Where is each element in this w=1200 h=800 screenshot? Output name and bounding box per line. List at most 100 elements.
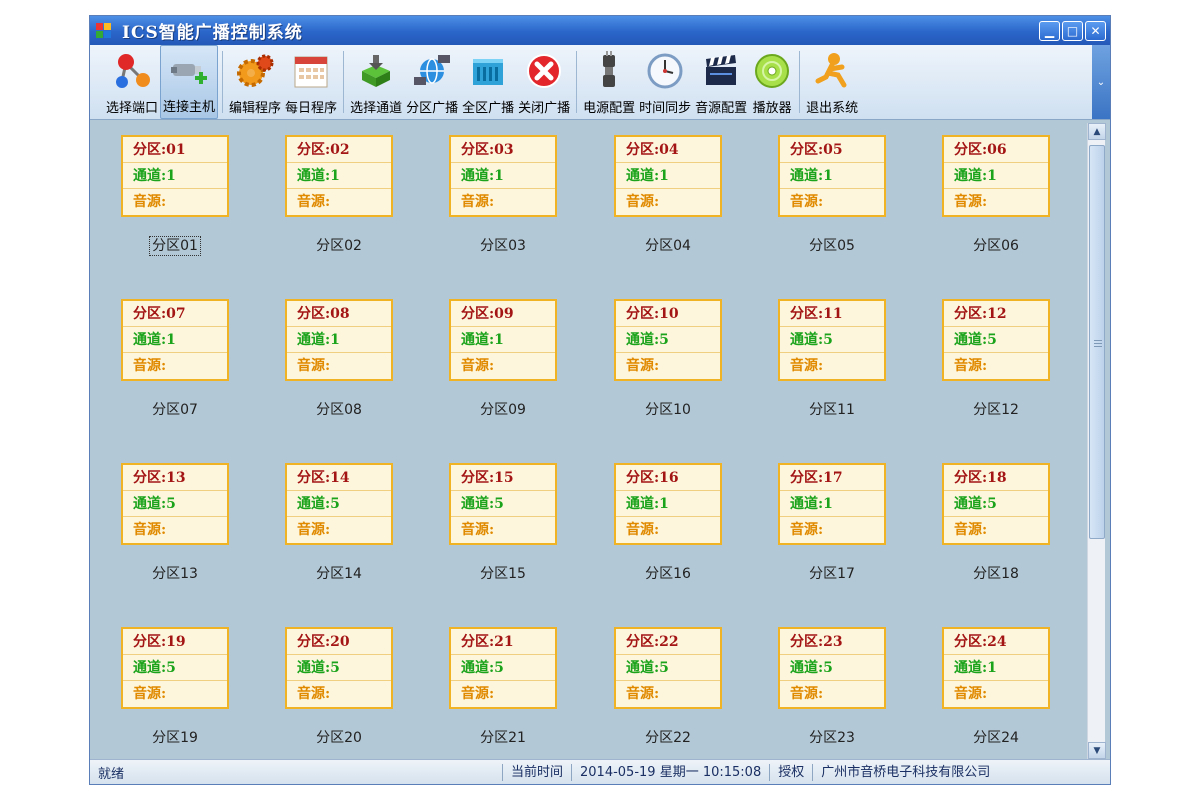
toolbar-edit-program-button[interactable]: 编辑程序 bbox=[227, 45, 283, 119]
zone-tile[interactable]: 分区:02 通道:1 音源: 分区02 bbox=[285, 135, 393, 255]
toolbar-label: 选择端口 bbox=[106, 101, 159, 116]
zone-card[interactable]: 分区:16 通道:1 音源: bbox=[614, 463, 722, 545]
zone-card[interactable]: 分区:05 通道:1 音源: bbox=[778, 135, 886, 217]
zone-channel: 通道:1 bbox=[780, 163, 884, 189]
close-button[interactable]: ✕ bbox=[1085, 21, 1106, 41]
zone-caption-text: 分区24 bbox=[973, 730, 1019, 746]
zone-card[interactable]: 分区:22 通道:5 音源: bbox=[614, 627, 722, 709]
zone-card[interactable]: 分区:17 通道:1 音源: bbox=[778, 463, 886, 545]
zone-tile[interactable]: 分区:22 通道:5 音源: 分区22 bbox=[614, 627, 722, 747]
zone-tile[interactable]: 分区:24 通道:1 音源: 分区24 bbox=[942, 627, 1050, 747]
zone-tile[interactable]: 分区:21 通道:5 音源: 分区21 bbox=[449, 627, 557, 747]
zone-tile[interactable]: 分区:01 通道:1 音源: 分区01 bbox=[121, 135, 229, 256]
toolbar-connect-host-button[interactable]: 连接主机 bbox=[160, 45, 219, 119]
zone-tile[interactable]: 分区:07 通道:1 音源: 分区07 bbox=[121, 299, 229, 419]
toolbar-time-sync-button[interactable]: 时间同步 bbox=[637, 45, 693, 119]
zone-tile[interactable]: 分区:09 通道:1 音源: 分区09 bbox=[449, 299, 557, 419]
zone-tile[interactable]: 分区:11 通道:5 音源: 分区11 bbox=[778, 299, 886, 419]
zone-source: 音源: bbox=[626, 194, 660, 210]
zone-tile[interactable]: 分区:04 通道:1 音源: 分区04 bbox=[614, 135, 722, 255]
zone-card[interactable]: 分区:03 通道:1 音源: bbox=[449, 135, 557, 217]
vertical-scrollbar[interactable]: ▲ ▼ bbox=[1087, 123, 1106, 759]
gears-icon bbox=[234, 50, 276, 92]
zone-source: 音源: bbox=[790, 194, 824, 210]
toolbar-select-channel-button[interactable]: 选择通道 bbox=[348, 45, 404, 119]
zone-card[interactable]: 分区:13 通道:5 音源: bbox=[121, 463, 229, 545]
zone-source: 音源: bbox=[954, 194, 988, 210]
minimize-button[interactable]: ▁ bbox=[1039, 21, 1060, 41]
toolbar-separator bbox=[343, 51, 345, 113]
zone-caption: 分区02 bbox=[285, 235, 393, 255]
zone-tile[interactable]: 分区:03 通道:1 音源: 分区03 bbox=[449, 135, 557, 255]
zone-tile[interactable]: 分区:10 通道:5 音源: 分区10 bbox=[614, 299, 722, 419]
zone-card[interactable]: 分区:19 通道:5 音源: bbox=[121, 627, 229, 709]
zone-source: 音源: bbox=[954, 686, 988, 702]
zone-card[interactable]: 分区:23 通道:5 音源: bbox=[778, 627, 886, 709]
zone-channel: 通道:5 bbox=[944, 327, 1048, 353]
zone-tile[interactable]: 分区:06 通道:1 音源: 分区06 bbox=[942, 135, 1050, 255]
zone-tile[interactable]: 分区:20 通道:5 音源: 分区20 bbox=[285, 627, 393, 747]
toolbar-label: 电源配置 bbox=[583, 101, 636, 116]
toolbar-label: 关闭广播 bbox=[518, 101, 571, 116]
zone-name: 分区:20 bbox=[287, 629, 391, 655]
zone-card[interactable]: 分区:20 通道:5 音源: bbox=[285, 627, 393, 709]
toolbar-select-port-button[interactable]: 选择端口 bbox=[104, 45, 160, 119]
zone-card[interactable]: 分区:14 通道:5 音源: bbox=[285, 463, 393, 545]
zone-tile[interactable]: 分区:13 通道:5 音源: 分区13 bbox=[121, 463, 229, 583]
zone-channel: 通道:5 bbox=[616, 655, 720, 681]
zone-card[interactable]: 分区:18 通道:5 音源: bbox=[942, 463, 1050, 545]
zone-tile[interactable]: 分区:14 通道:5 音源: 分区14 bbox=[285, 463, 393, 583]
zone-card[interactable]: 分区:24 通道:1 音源: bbox=[942, 627, 1050, 709]
zone-card[interactable]: 分区:04 通道:1 音源: bbox=[614, 135, 722, 217]
zone-caption: 分区07 bbox=[121, 399, 229, 419]
zone-card[interactable]: 分区:15 通道:5 音源: bbox=[449, 463, 557, 545]
zone-name: 分区:05 bbox=[780, 137, 884, 163]
zone-card[interactable]: 分区:21 通道:5 音源: bbox=[449, 627, 557, 709]
toolbar-player-button[interactable]: 播放器 bbox=[749, 45, 795, 119]
window-title: ICS智能广播控制系统 bbox=[122, 23, 303, 43]
zone-channel: 通道:1 bbox=[944, 655, 1048, 681]
zone-card[interactable]: 分区:09 通道:1 音源: bbox=[449, 299, 557, 381]
zone-tile[interactable]: 分区:17 通道:1 音源: 分区17 bbox=[778, 463, 886, 583]
toolbar-label: 播放器 bbox=[752, 101, 792, 116]
zone-name: 分区:03 bbox=[451, 137, 555, 163]
zone-tile[interactable]: 分区:15 通道:5 音源: 分区15 bbox=[449, 463, 557, 583]
toolbar-close-broadcast-button[interactable]: 关闭广播 bbox=[516, 45, 572, 119]
zone-caption: 分区17 bbox=[778, 563, 886, 583]
zone-tile[interactable]: 分区:12 通道:5 音源: 分区12 bbox=[942, 299, 1050, 419]
toolbar-exit-button[interactable]: 退出系统 bbox=[804, 45, 860, 119]
zone-source: 音源: bbox=[461, 686, 495, 702]
zone-card[interactable]: 分区:12 通道:5 音源: bbox=[942, 299, 1050, 381]
zone-card[interactable]: 分区:10 通道:5 音源: bbox=[614, 299, 722, 381]
zone-card[interactable]: 分区:01 通道:1 音源: bbox=[121, 135, 229, 217]
toolbar-separator bbox=[222, 51, 224, 113]
title-bar[interactable]: ICS智能广播控制系统 ▁ □ ✕ bbox=[90, 16, 1110, 45]
zone-tile[interactable]: 分区:19 通道:5 音源: 分区19 bbox=[121, 627, 229, 747]
maximize-button[interactable]: □ bbox=[1062, 21, 1083, 41]
zone-tile[interactable]: 分区:08 通道:1 音源: 分区08 bbox=[285, 299, 393, 419]
zone-name: 分区:08 bbox=[287, 301, 391, 327]
zone-card[interactable]: 分区:02 通道:1 音源: bbox=[285, 135, 393, 217]
scroll-down-button[interactable]: ▼ bbox=[1088, 742, 1106, 759]
zone-tile[interactable]: 分区:16 通道:1 音源: 分区16 bbox=[614, 463, 722, 583]
zone-tile[interactable]: 分区:23 通道:5 音源: 分区23 bbox=[778, 627, 886, 747]
toolbar-power-config-button[interactable]: 电源配置 bbox=[581, 45, 637, 119]
scroll-thumb[interactable] bbox=[1089, 145, 1105, 539]
zone-channel: 通道:1 bbox=[451, 163, 555, 189]
zone-card[interactable]: 分区:08 通道:1 音源: bbox=[285, 299, 393, 381]
zone-card[interactable]: 分区:06 通道:1 音源: bbox=[942, 135, 1050, 217]
toolbar-overflow-button[interactable]: ⌄ bbox=[1092, 45, 1110, 119]
zone-source: 音源: bbox=[461, 358, 495, 374]
zone-name: 分区:07 bbox=[123, 301, 227, 327]
zone-tile[interactable]: 分区:18 通道:5 音源: 分区18 bbox=[942, 463, 1050, 583]
zone-card[interactable]: 分区:07 通道:1 音源: bbox=[121, 299, 229, 381]
scroll-up-button[interactable]: ▲ bbox=[1088, 123, 1106, 140]
zone-card[interactable]: 分区:11 通道:5 音源: bbox=[778, 299, 886, 381]
zone-channel: 通道:5 bbox=[287, 491, 391, 517]
zone-caption: 分区08 bbox=[285, 399, 393, 419]
toolbar-all-broadcast-button[interactable]: 全区广播 bbox=[460, 45, 516, 119]
zone-tile[interactable]: 分区:05 通道:1 音源: 分区05 bbox=[778, 135, 886, 255]
toolbar-source-config-button[interactable]: 音源配置 bbox=[693, 45, 749, 119]
toolbar-zone-broadcast-button[interactable]: 分区广播 bbox=[404, 45, 460, 119]
toolbar-daily-program-button[interactable]: 每日程序 bbox=[283, 45, 339, 119]
